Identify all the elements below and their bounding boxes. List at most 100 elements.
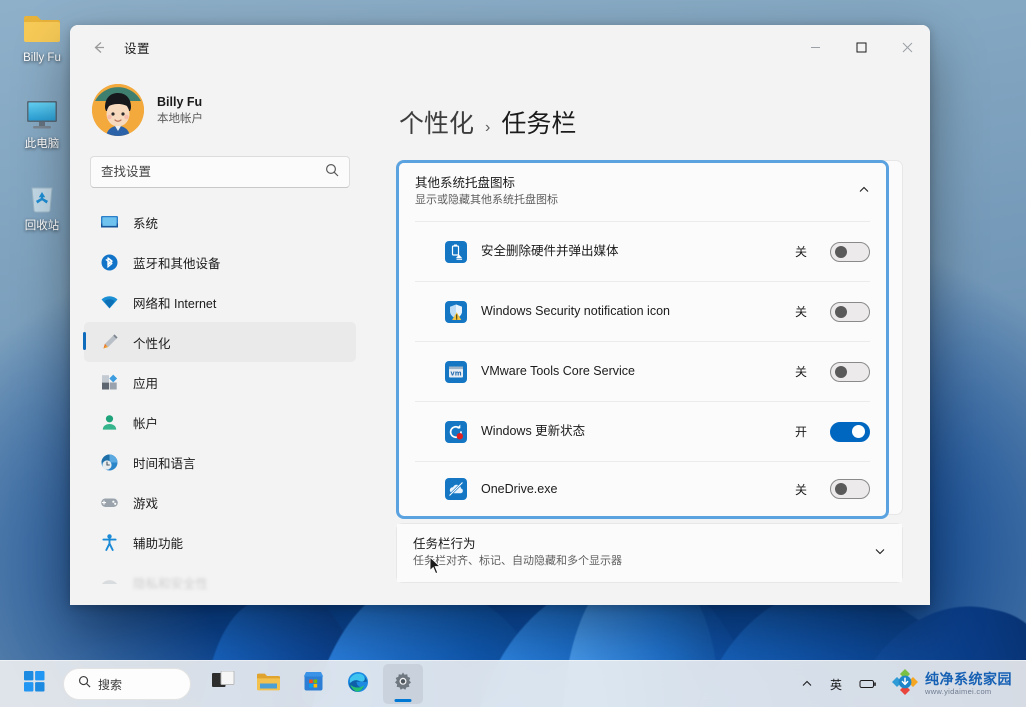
task-view-button[interactable]	[203, 664, 243, 704]
sidebar-item-label: 时间和语言	[133, 456, 196, 471]
microsoft-store-icon	[303, 671, 324, 697]
desktop-icon-recycle-bin[interactable]: 回收站	[4, 174, 80, 233]
toggle-state-label: 关	[794, 245, 807, 259]
accounts-icon	[98, 411, 120, 433]
mouse-cursor	[429, 555, 442, 576]
avatar	[92, 84, 144, 136]
desktop-icon-billy-fu[interactable]: Billy Fu	[4, 6, 80, 65]
windows-security-icon	[445, 300, 467, 323]
privacy-icon	[98, 571, 120, 593]
apps-icon	[98, 371, 120, 393]
settings-window[interactable]: 设置 Billy Fu 本地帐户 查找设置 系统 蓝牙和其他设备 网络和 Int…	[70, 25, 930, 605]
usb-eject-icon	[445, 240, 467, 263]
sidebar-item-label: 应用	[133, 376, 159, 391]
tray-icon-row[interactable]: OneDrive.exe 关	[399, 462, 886, 516]
breadcrumb-current: 任务栏	[501, 110, 577, 138]
sidebar-item-label: 个性化	[133, 336, 171, 351]
sidebar-item-label: 辅助功能	[133, 536, 184, 551]
desktop-icon-this-pc[interactable]: 此电脑	[4, 92, 80, 151]
sidebar-item-apps[interactable]: 应用	[84, 362, 356, 402]
settings-nav-list[interactable]: 系统 蓝牙和其他设备 网络和 Internet 个性化 应用 帐户 时间和语言 …	[82, 202, 358, 602]
recycle-bin-icon	[4, 174, 80, 220]
tray-icon-toggle[interactable]	[830, 421, 870, 442]
tray-icon-label: VMware Tools Core Service	[481, 364, 635, 378]
sidebar[interactable]: Billy Fu 本地帐户 查找设置 系统 蓝牙和其他设备 网络和 Intern…	[70, 70, 370, 605]
breadcrumb-parent[interactable]: 个性化	[399, 104, 474, 140]
file-explorer-button[interactable]	[248, 664, 288, 704]
tray-icon-row[interactable]: Windows 更新状态 开	[399, 402, 886, 461]
sidebar-item-network[interactable]: 网络和 Internet	[84, 282, 356, 322]
sidebar-item-label: 蓝牙和其他设备	[133, 256, 221, 271]
tray-icon-toggle[interactable]	[830, 361, 870, 382]
behavior-section-header[interactable]: 任务栏行为 任务栏对齐、标记、自动隐藏和多个显示器	[397, 524, 902, 582]
sidebar-item-system[interactable]: 系统	[84, 202, 356, 242]
microsoft-store-button[interactable]	[293, 664, 333, 704]
watermark-logo-icon	[891, 668, 919, 701]
tray-icon-row[interactable]: vm VMware Tools Core Service 关	[399, 342, 886, 401]
settings-search-box[interactable]	[90, 156, 350, 188]
tray-icon-row[interactable]: Windows Security notification icon 关	[399, 282, 886, 341]
desktop-icon-label: 回收站	[24, 220, 60, 232]
system-icon	[98, 211, 120, 233]
sidebar-item-label: 游戏	[133, 496, 159, 511]
collapse-chevron-icon[interactable]	[848, 184, 870, 199]
tray-section-header[interactable]: 其他系统托盘图标 显示或隐藏其他系统托盘图标	[399, 163, 886, 221]
gaming-icon	[98, 491, 120, 513]
taskbar[interactable]: 搜索 英 纯净系统家园 www.yidaimei.com	[0, 660, 1026, 707]
watermark: 纯净系统家园 www.yidaimei.com	[887, 668, 1018, 701]
taskbar-search-button[interactable]: 搜索	[63, 668, 191, 700]
sidebar-item-accounts[interactable]: 帐户	[84, 402, 356, 442]
sidebar-item-partial[interactable]: 隐私和安全性	[84, 562, 356, 602]
tray-icon-label: Windows 更新状态	[481, 424, 586, 438]
sidebar-item-gaming[interactable]: 游戏	[84, 482, 356, 522]
tray-icon-row[interactable]: 安全删除硬件并弹出媒体 关	[399, 222, 886, 281]
maximize-button[interactable]	[838, 25, 884, 70]
sidebar-item-label: 网络和 Internet	[133, 296, 217, 311]
svg-text:vm: vm	[450, 369, 461, 377]
tray-icon-toggle[interactable]	[830, 241, 870, 262]
settings-gear-icon	[392, 671, 414, 698]
personalization-icon	[98, 331, 120, 353]
account-type: 本地帐户	[157, 112, 203, 125]
back-button[interactable]	[82, 32, 114, 64]
bluetooth-icon	[98, 251, 120, 273]
sidebar-item-time-language[interactable]: 时间和语言	[84, 442, 356, 482]
watermark-url: www.yidaimei.com	[925, 687, 992, 697]
close-button[interactable]	[884, 25, 930, 70]
settings-cards: 其他系统托盘图标 显示或隐藏其他系统托盘图标 安全删除硬件并弹出媒体 关 Win…	[396, 160, 904, 583]
start-icon	[23, 671, 45, 697]
account-block[interactable]: Billy Fu 本地帐户	[82, 70, 358, 150]
onedrive-icon	[445, 478, 467, 500]
other-system-tray-icons-section[interactable]: 其他系统托盘图标 显示或隐藏其他系统托盘图标 安全删除硬件并弹出媒体 关 Win…	[396, 160, 889, 519]
tray-overflow-button[interactable]	[794, 667, 820, 701]
breadcrumb: 个性化 › 任务栏	[396, 104, 904, 140]
time-language-icon	[98, 451, 120, 473]
taskbar-behavior-section[interactable]: 任务栏行为 任务栏对齐、标记、自动隐藏和多个显示器	[396, 523, 903, 583]
account-name: Billy Fu	[157, 94, 203, 109]
edge-icon	[347, 671, 369, 698]
ime-indicator[interactable]: 英	[823, 667, 849, 701]
search-icon	[78, 675, 91, 693]
search-input[interactable]	[101, 165, 325, 179]
tray-section-subtitle: 显示或隐藏其他系统托盘图标	[415, 194, 558, 206]
toggle-state-label: 关	[794, 305, 807, 319]
sidebar-item-accessibility[interactable]: 辅助功能	[84, 522, 356, 562]
start-button[interactable]	[14, 664, 54, 704]
task-view-icon	[211, 670, 235, 697]
minimize-button[interactable]	[792, 25, 838, 70]
taskbar-buttons: 搜索	[14, 664, 423, 704]
main-content[interactable]: 个性化 › 任务栏 其他系统托盘图标 显示或隐藏其他系统托盘图标 安全删除硬件并…	[370, 70, 930, 605]
battery-icon[interactable]	[852, 667, 884, 701]
tray-icon-toggle[interactable]	[830, 301, 870, 322]
window-titlebar[interactable]: 设置	[70, 25, 930, 70]
microsoft-edge-button[interactable]	[338, 664, 378, 704]
settings-taskbar-button[interactable]	[383, 664, 423, 704]
expand-chevron-icon[interactable]	[864, 545, 886, 560]
toggle-state-label: 关	[794, 365, 807, 379]
toggle-state-label: 关	[794, 482, 807, 497]
sidebar-item-bluetooth[interactable]: 蓝牙和其他设备	[84, 242, 356, 282]
tray-icon-toggle[interactable]	[830, 479, 870, 499]
sidebar-item-label: 系统	[133, 216, 159, 231]
sidebar-item-personalization[interactable]: 个性化	[83, 322, 356, 362]
watermark-title: 纯净系统家园	[925, 671, 1012, 688]
